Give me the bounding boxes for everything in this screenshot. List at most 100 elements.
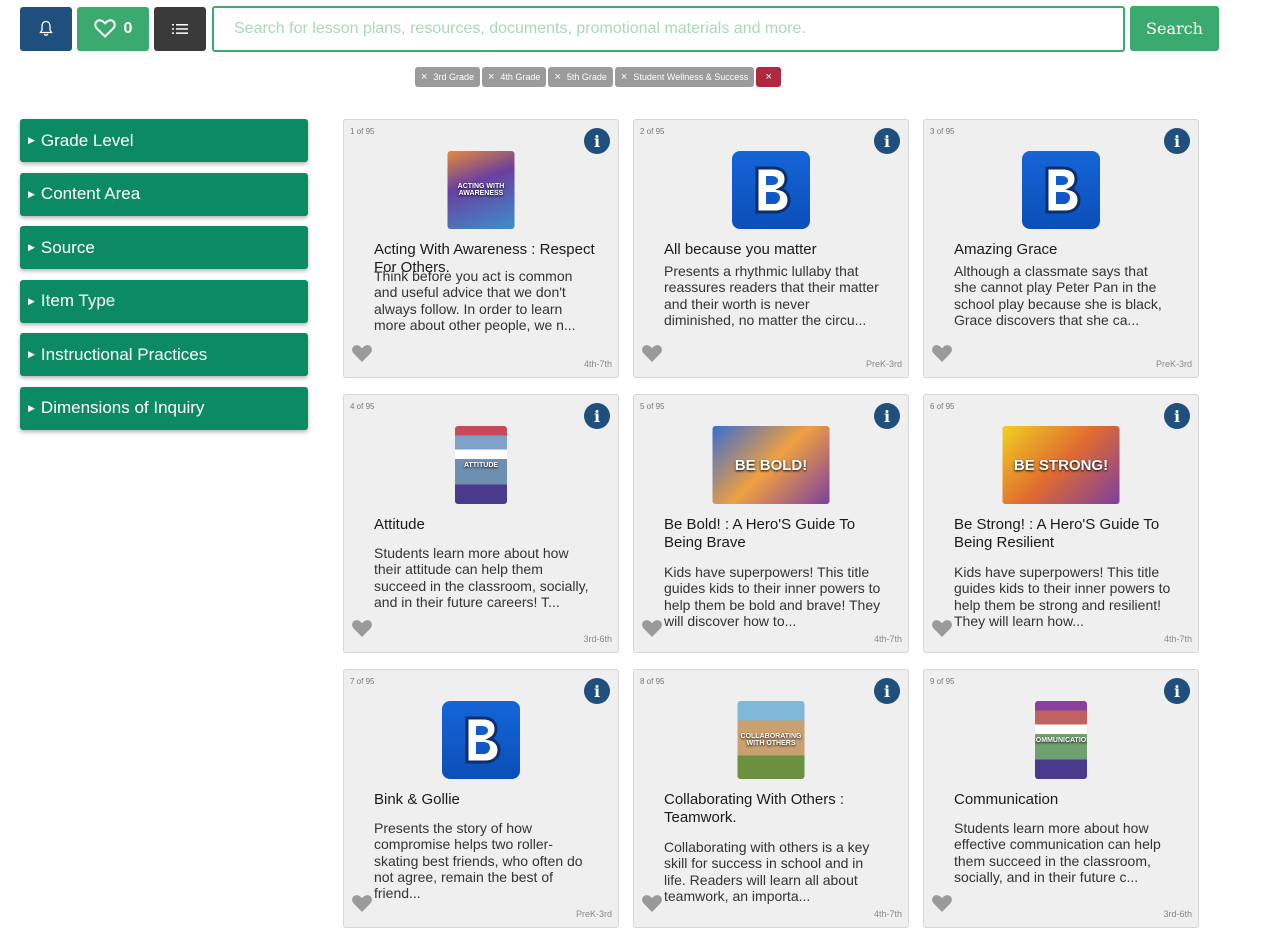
result-title[interactable]: Bink & Gollie bbox=[374, 791, 598, 809]
search-input[interactable] bbox=[234, 20, 1103, 38]
result-card[interactable]: 9 of 95 i COMMUNICATION Communication St… bbox=[923, 669, 1199, 928]
info-icon[interactable]: i bbox=[874, 678, 900, 704]
info-icon[interactable]: i bbox=[1164, 678, 1190, 704]
favorite-heart-icon[interactable] bbox=[351, 344, 373, 368]
facet-label: Source bbox=[40, 237, 95, 257]
facet-sidebar: ▶ Grade Level ▶ Content Area ▶ Source ▶ Item… bbox=[20, 119, 308, 440]
info-icon[interactable]: i bbox=[584, 403, 610, 429]
close-icon: × bbox=[421, 70, 428, 83]
facet-instructional-practices[interactable]: ▶ Instructional Practices bbox=[20, 333, 308, 376]
bookflix-logo-icon[interactable] bbox=[442, 701, 520, 779]
caret-right-icon: ▶ bbox=[28, 242, 35, 252]
result-title[interactable]: Communication bbox=[954, 791, 1178, 809]
info-icon[interactable]: i bbox=[584, 678, 610, 704]
book-cover-image[interactable]: ATTITUDE bbox=[455, 426, 507, 504]
result-title[interactable]: Be Bold! : A Hero'S Guide To Being Brave bbox=[664, 516, 888, 552]
result-card[interactable]: 8 of 95 i COLLABORATING WITH OTHERS Coll… bbox=[633, 669, 909, 928]
result-description: Think before you act is common and usefu… bbox=[374, 268, 576, 333]
result-card[interactable]: 5 of 95 i BE BOLD! Be Bold! : A Hero'S G… bbox=[633, 394, 909, 653]
bookflix-logo-icon[interactable] bbox=[732, 151, 810, 229]
grade-range: 3rd-6th bbox=[1163, 909, 1192, 919]
favorite-heart-icon[interactable] bbox=[931, 894, 953, 918]
result-card[interactable]: 7 of 95 i Bink & Gollie Presents the sto… bbox=[343, 669, 619, 928]
result-description: Students learn more about how effective … bbox=[954, 820, 1161, 885]
filter-chip[interactable]: × Student Wellness & Success bbox=[614, 67, 755, 87]
cover-title: ACTING WITH AWARENESS bbox=[457, 183, 505, 197]
cover-title: COMMUNICATION bbox=[1035, 736, 1087, 744]
facet-item-type[interactable]: ▶ Item Type bbox=[20, 279, 308, 323]
result-position: 8 of 95 bbox=[640, 677, 665, 686]
results-grid: 1 of 95 i ACTING WITH AWARENESS Acting W… bbox=[343, 119, 1199, 928]
list-view-button[interactable] bbox=[154, 6, 206, 51]
result-position: 1 of 95 bbox=[350, 127, 375, 136]
result-title[interactable]: Collaborating With Others : Teamwork. bbox=[664, 791, 888, 827]
filter-chip-label: Student Wellness & Success bbox=[633, 72, 749, 82]
book-cover-image[interactable]: COMMUNICATION bbox=[1035, 701, 1087, 779]
grade-range: 3rd-6th bbox=[583, 634, 612, 644]
cover-title: BE BOLD! bbox=[734, 456, 808, 474]
close-icon: × bbox=[554, 70, 561, 83]
result-title[interactable]: Amazing Grace bbox=[954, 241, 1178, 259]
info-icon[interactable]: i bbox=[874, 128, 900, 154]
search-button[interactable]: Search bbox=[1130, 6, 1219, 51]
result-position: 5 of 95 bbox=[640, 402, 665, 411]
favorite-heart-icon[interactable] bbox=[641, 894, 663, 918]
grade-range: 4th-7th bbox=[583, 359, 612, 369]
search-field bbox=[212, 6, 1125, 52]
filter-chip-label: 5th Grade bbox=[566, 72, 607, 82]
book-cover-image[interactable]: COLLABORATING WITH OTHERS bbox=[737, 701, 805, 779]
favorites-button[interactable]: 0 bbox=[77, 6, 149, 51]
filter-chip[interactable]: × 5th Grade bbox=[548, 67, 613, 87]
bookflix-logo-icon[interactable] bbox=[1022, 151, 1100, 229]
notifications-button[interactable] bbox=[20, 6, 72, 51]
grade-range: 4th-7th bbox=[873, 909, 902, 919]
favorite-heart-icon[interactable] bbox=[931, 619, 953, 643]
info-icon[interactable]: i bbox=[584, 128, 610, 154]
filter-chip-label: 3rd Grade bbox=[433, 72, 474, 82]
result-card[interactable]: 6 of 95 i BE STRONG! Be Strong! : A Hero… bbox=[923, 394, 1199, 653]
facet-label: Item Type bbox=[40, 291, 116, 310]
result-description: Kids have superpowers! This title guides… bbox=[664, 564, 881, 629]
filter-chip[interactable]: × 4th Grade bbox=[481, 67, 547, 87]
favorite-heart-icon[interactable] bbox=[641, 619, 663, 643]
result-card[interactable]: 2 of 95 i All because you matter Present… bbox=[633, 119, 909, 378]
book-cover-image[interactable]: BE BOLD! bbox=[712, 426, 830, 504]
result-card[interactable]: 3 of 95 i Amazing Grace Although a class… bbox=[923, 119, 1199, 378]
filter-chip[interactable]: × 3rd Grade bbox=[415, 67, 480, 87]
close-icon: × bbox=[620, 70, 628, 83]
favorite-heart-icon[interactable] bbox=[351, 894, 373, 918]
clear-filters-button[interactable]: × bbox=[756, 67, 782, 87]
result-position: 3 of 95 bbox=[930, 127, 955, 136]
toolbar: 0 bbox=[20, 6, 206, 51]
info-icon[interactable]: i bbox=[1164, 128, 1190, 154]
info-icon[interactable]: i bbox=[874, 403, 900, 429]
result-description: Presents a rhythmic lullaby that reassur… bbox=[664, 263, 879, 328]
close-icon: × bbox=[765, 70, 772, 83]
grade-range: PreK-3rd bbox=[575, 909, 612, 919]
book-cover-image[interactable]: BE STRONG! bbox=[1002, 426, 1120, 504]
bell-icon bbox=[39, 20, 53, 36]
result-title[interactable]: All because you matter bbox=[664, 241, 888, 259]
facet-dimensions-of-inquiry[interactable]: ▶ Dimensions of Inquiry bbox=[20, 386, 308, 430]
result-description: Kids have superpowers! This title guides… bbox=[954, 564, 1171, 629]
book-cover-image[interactable]: ACTING WITH AWARENESS bbox=[447, 151, 515, 229]
cover-title: BE STRONG! bbox=[1013, 456, 1109, 474]
favorite-heart-icon[interactable] bbox=[641, 344, 663, 368]
favorite-heart-icon[interactable] bbox=[931, 344, 953, 368]
caret-right-icon: ▶ bbox=[28, 349, 35, 359]
facet-grade-level[interactable]: ▶ Grade Level bbox=[20, 119, 308, 162]
facet-content-area[interactable]: ▶ Content Area bbox=[20, 172, 308, 216]
result-card[interactable]: 4 of 95 i ATTITUDE Attitude Students lea… bbox=[343, 394, 619, 653]
result-title[interactable]: Be Strong! : A Hero'S Guide To Being Res… bbox=[954, 516, 1178, 552]
result-card[interactable]: 1 of 95 i ACTING WITH AWARENESS Acting W… bbox=[343, 119, 619, 378]
facet-label: Dimensions of Inquiry bbox=[40, 398, 205, 417]
favorite-heart-icon[interactable] bbox=[351, 619, 373, 643]
info-icon[interactable]: i bbox=[1164, 403, 1190, 429]
result-position: 2 of 95 bbox=[640, 127, 665, 136]
facet-source[interactable]: ▶ Source bbox=[20, 226, 308, 269]
result-title[interactable]: Attitude bbox=[374, 516, 598, 534]
result-position: 4 of 95 bbox=[350, 402, 375, 411]
facet-label: Instructional Practices bbox=[40, 344, 208, 364]
close-icon: × bbox=[487, 70, 495, 83]
result-position: 7 of 95 bbox=[350, 677, 375, 686]
